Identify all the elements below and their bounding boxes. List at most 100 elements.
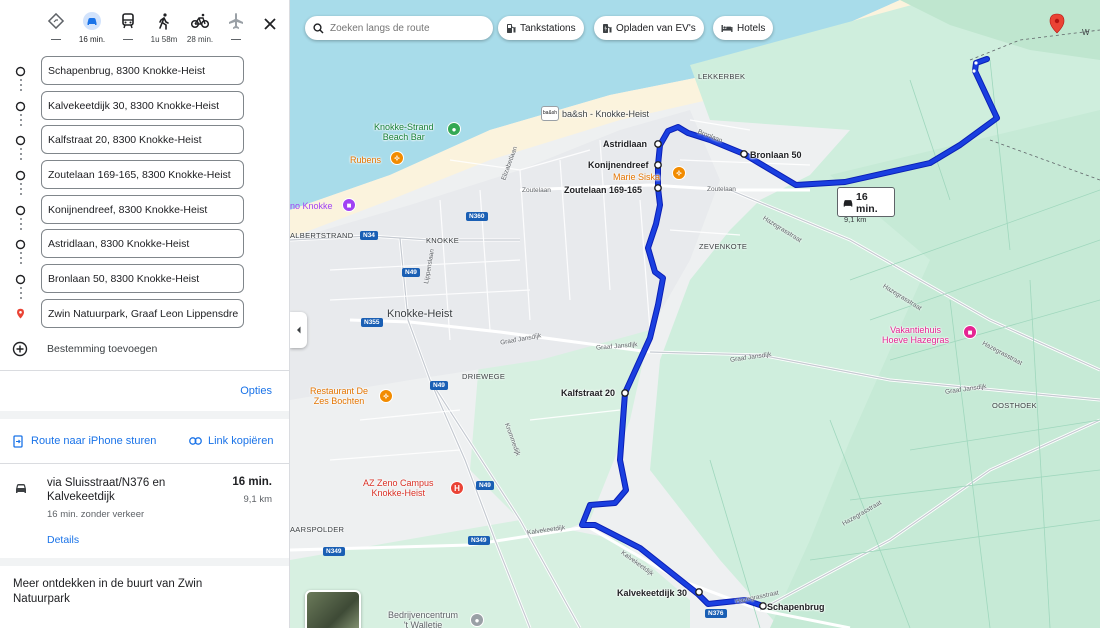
place-label: LEKKERBEK	[698, 72, 746, 81]
add-destination-label: Bestemming toevoegen	[47, 342, 158, 355]
route-details-link[interactable]: Details	[47, 534, 79, 546]
poi-label[interactable]: Vakantiehuis Hoeve Hazegras	[882, 325, 949, 345]
route-duration: 16 min.	[232, 475, 272, 488]
poi-label[interactable]: Bedrijvencentrum 't Walletje	[388, 610, 458, 628]
stop-label-zoutelaan: Zoutelaan 169-165	[564, 185, 643, 195]
mode-transit[interactable]	[110, 12, 146, 40]
phone-send-icon	[13, 434, 23, 448]
stop-6: Astridlaan, 8300 Knokke-Heist	[0, 229, 289, 264]
road-shield: N349	[468, 536, 490, 545]
poi-label[interactable]: Marie Siska	[613, 172, 660, 182]
mode-bike-label: 28 min.	[186, 35, 214, 44]
place-label: ALBERTSTRAND	[290, 231, 354, 240]
road-shield: N34	[360, 231, 378, 240]
city-label: Knokke-Heist	[387, 308, 453, 320]
callout-distance: 9,1 km	[844, 215, 867, 224]
mode-car[interactable]: 16 min.	[74, 12, 110, 44]
link-icon	[189, 436, 202, 445]
mode-walk-label: 1u 58m	[150, 35, 178, 44]
shopping-icon[interactable]: ■	[342, 198, 356, 212]
car-icon	[83, 12, 101, 30]
connector-dots	[20, 114, 22, 129]
restaurant-icon[interactable]: ✧	[672, 166, 686, 180]
road-shield: N49	[430, 381, 448, 390]
satellite-layer-thumbnail[interactable]	[305, 590, 361, 628]
stop-input-8[interactable]: Zwin Natuurpark, Graaf Leon Lippensdre	[41, 298, 244, 328]
explore-nearby-section: Meer ontdekken in de buurt van Zwin Natu…	[0, 566, 289, 628]
waypoint-circle-icon	[15, 101, 26, 111]
lodging-icon[interactable]: ■	[963, 325, 977, 339]
business-icon[interactable]: ●	[470, 613, 484, 627]
road-shield: N49	[402, 268, 420, 277]
travel-modes: 16 min. 1u 58m 28 min.	[0, 0, 289, 52]
chip-ev-charging[interactable]: Opladen van EV's	[594, 16, 704, 40]
stop-label-astridlaan: Astridlaan	[603, 139, 648, 149]
mode-flight-dash	[231, 39, 241, 40]
stop-input-4[interactable]: Zoutelaan 169-165, 8300 Knokke-Heist	[41, 160, 244, 190]
route-distance: 9,1 km	[243, 493, 272, 505]
route-option-card[interactable]: via Sluisstraat/N376 en Kalvekeetdijk 16…	[0, 464, 289, 558]
road-shield: N376	[705, 609, 727, 618]
add-circle-icon	[12, 341, 28, 356]
copy-link-label: Link kopiëren	[208, 434, 274, 447]
poi-label[interactable]: Knokke-Strand Beach Bar	[374, 122, 434, 142]
train-icon	[122, 13, 134, 29]
stop-1: Schapenbrug, 8300 Knokke-Heist	[0, 56, 289, 91]
stop-label-kalvekeetdijk: Kalvekeetdijk 30	[617, 588, 688, 598]
chip-gas-stations[interactable]: Tankstations	[498, 16, 584, 40]
search-icon	[313, 22, 324, 34]
stop-4: Zoutelaan 169-165, 8300 Knokke-Heist	[0, 160, 289, 195]
road-shield: N360	[466, 212, 488, 221]
map-canvas[interactable]: Tankstations Opladen van EV's Hotels LEK…	[290, 0, 1100, 628]
stop-input-2[interactable]: Kalvekeetdijk 30, 8300 Knokke-Heist	[41, 90, 244, 120]
options-button[interactable]: Opties	[240, 385, 272, 397]
stop-5: Konijnendreef, 8300 Knokke-Heist	[0, 194, 289, 230]
stop-input-6[interactable]: Astridlaan, 8300 Knokke-Heist	[41, 229, 244, 259]
stop-input-7[interactable]: Bronlaan 50, 8300 Knokke-Heist	[41, 264, 244, 294]
waypoint-circle-icon	[15, 66, 26, 77]
road-shield: N49	[476, 481, 494, 490]
send-to-phone-label: Route naar iPhone sturen	[31, 435, 157, 447]
bike-icon	[191, 13, 209, 29]
send-to-phone-link[interactable]: Route naar iPhone sturen	[13, 434, 157, 448]
place-label: AARSPOLDER	[290, 525, 345, 534]
collapse-panel-button[interactable]	[290, 312, 307, 348]
explore-title: Meer ontdekken in de buurt van Zwin Natu…	[13, 577, 203, 605]
place-label: no Knokke	[290, 201, 333, 211]
poi-label[interactable]: AZ Zeno Campus Knokke-Heist	[363, 478, 434, 498]
stop-input-1[interactable]: Schapenbrug, 8300 Knokke-Heist	[41, 56, 244, 85]
route-search-bar[interactable]	[305, 16, 493, 40]
poi-label[interactable]: ba&sh - Knokke-Heist	[562, 109, 649, 119]
restaurant-icon[interactable]: ✧	[379, 389, 393, 403]
place-label: W	[1082, 28, 1090, 37]
car-icon	[16, 483, 26, 493]
chip-hotels[interactable]: Hotels	[713, 16, 774, 40]
stop-input-5[interactable]: Konijnendreef, 8300 Knokke-Heist	[41, 194, 244, 224]
mode-transit-dash	[123, 39, 133, 40]
place-label: DRIEWEGE	[462, 372, 506, 381]
restaurant-icon[interactable]: ✧	[390, 151, 404, 165]
route-search-input[interactable]	[330, 22, 480, 34]
copy-link-button[interactable]: Link kopiëren	[189, 435, 273, 447]
beach-bar-icon[interactable]: ●	[447, 122, 461, 136]
place-label: OOSTHOEK	[992, 401, 1037, 410]
poi-label[interactable]: Rubens	[350, 155, 381, 165]
add-destination-button[interactable]: Bestemming toevoegen	[0, 334, 289, 366]
brand-logo-icon[interactable]: ba&sh	[541, 106, 559, 121]
close-directions-button[interactable]	[258, 12, 282, 36]
route-time-callout[interactable]: 16 min. 9,1 km	[837, 187, 895, 224]
connector-dots	[20, 148, 22, 163]
stop-7: Bronlaan 50, 8300 Knokke-Heist	[0, 264, 289, 299]
hospital-icon[interactable]: H	[450, 481, 464, 495]
connector-dots	[20, 287, 22, 302]
connector-dots	[20, 252, 22, 267]
mode-walk[interactable]: 1u 58m	[146, 12, 182, 44]
street-label: Zoutelaan	[522, 187, 551, 194]
mode-bike[interactable]: 28 min.	[182, 12, 218, 44]
mode-flight[interactable]	[218, 12, 254, 40]
poi-label[interactable]: Restaurant De Zes Bochten	[310, 386, 368, 406]
stop-input-3[interactable]: Kalfstraat 20, 8300 Knokke-Heist	[41, 125, 244, 155]
route-traffic-note: 16 min. zonder verkeer	[47, 508, 145, 520]
road-shield: N349	[323, 547, 345, 556]
mode-best[interactable]	[38, 12, 74, 40]
